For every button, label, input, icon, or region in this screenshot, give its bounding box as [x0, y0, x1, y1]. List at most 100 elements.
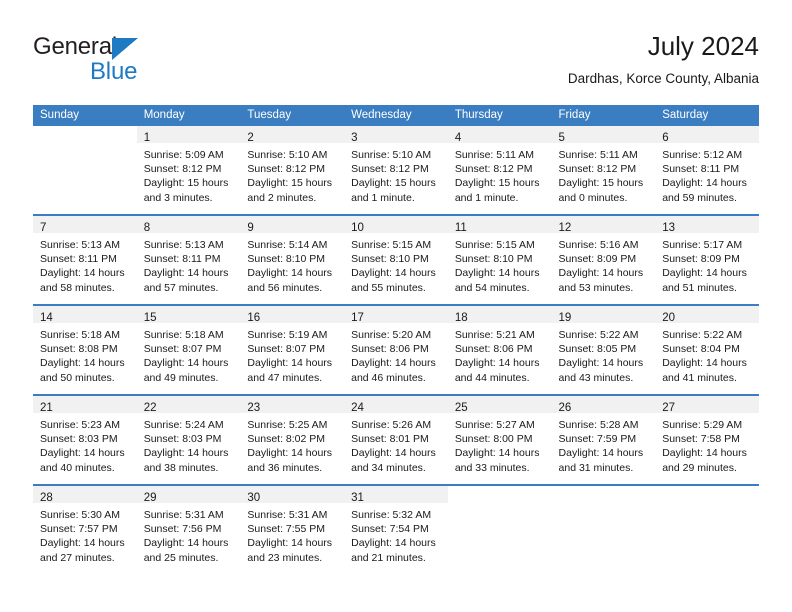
day-detail-line: Sunrise: 5:13 AM [40, 239, 120, 251]
day-detail-line: Daylight: 14 hours [454, 447, 540, 460]
weekday-header-sunday: Sunday [33, 105, 137, 126]
calendar-week-row: 7 Sunrise: 5:13 AM Sunset: 8:11 PM Daylight… [33, 214, 759, 305]
day-detail-line: Daylight: 14 hours [247, 537, 333, 550]
day-number: 9 [247, 222, 254, 234]
day-detail-lines: Sunrise: 5:27 AM Sunset: 8:00 PM Daylight:… [448, 413, 552, 475]
weekday-header-row: Sunday Monday Tuesday Wednesday Thursday… [33, 105, 759, 126]
day-cell[interactable]: 1 Sunrise: 5:09 AM Sunset: 8:12 PM Daylight… [136, 126, 241, 215]
day-number-band: 21 [33, 396, 137, 414]
day-number: 31 [351, 492, 364, 504]
day-number-band: 17 [344, 306, 448, 324]
day-number-band [655, 486, 759, 503]
day-detail-line: Sunrise: 5:10 AM [351, 149, 432, 161]
day-detail-lines: Sunrise: 5:17 AM Sunset: 8:09 PM Daylight:… [655, 233, 759, 295]
day-cell[interactable]: 3 Sunrise: 5:10 AM Sunset: 8:12 PM Daylight… [344, 126, 448, 215]
day-detail-line: Sunrise: 5:20 AM [351, 329, 432, 341]
day-detail-line: Sunrise: 5:25 AM [247, 419, 328, 431]
day-cell[interactable]: 17 Sunrise: 5:20 AM Sunset: 8:06 PM Dayligh… [344, 304, 448, 395]
day-cell-inner: 30 Sunrise: 5:31 AM Sunset: 7:55 PM Dayligh… [240, 486, 345, 574]
day-cell[interactable]: 9 Sunrise: 5:14 AM Sunset: 8:10 PM Daylight… [240, 214, 345, 305]
day-cell[interactable]: 11 Sunrise: 5:15 AM Sunset: 8:10 PM Dayligh… [447, 214, 552, 305]
day-cell-inner: 22 Sunrise: 5:24 AM Sunset: 8:03 PM Dayligh… [136, 396, 241, 484]
day-cell[interactable]: 31 Sunrise: 5:32 AM Sunset: 7:54 PM Dayligh… [344, 484, 448, 574]
day-cell-inner: 18 Sunrise: 5:21 AM Sunset: 8:06 PM Dayligh… [447, 306, 552, 394]
day-detail-line: and 2 minutes. [247, 191, 317, 204]
day-detail-lines [552, 503, 656, 508]
day-detail-line: and 1 minute. [454, 191, 519, 204]
day-detail-lines: Sunrise: 5:22 AM Sunset: 8:04 PM Daylight:… [655, 323, 759, 385]
day-number-band: 3 [344, 126, 448, 144]
day-detail-line: and 51 minutes. [662, 281, 737, 294]
day-cell[interactable]: 18 Sunrise: 5:21 AM Sunset: 8:06 PM Dayligh… [447, 304, 552, 395]
day-number: 22 [143, 402, 157, 414]
day-detail-lines: Sunrise: 5:09 AM Sunset: 8:12 PM Daylight:… [137, 143, 241, 205]
day-detail-line: Daylight: 14 hours [662, 267, 747, 280]
day-cell[interactable]: 10 Sunrise: 5:15 AM Sunset: 8:10 PM Dayligh… [344, 214, 448, 305]
day-detail-line: Sunrise: 5:22 AM [662, 329, 743, 341]
day-cell-inner: 1 Sunrise: 5:09 AM Sunset: 8:12 PM Daylight… [136, 126, 241, 214]
day-number-band: 27 [655, 396, 759, 414]
day-cell[interactable]: 2 Sunrise: 5:10 AM Sunset: 8:12 PM Daylight… [240, 126, 345, 215]
day-number-band: 4 [447, 126, 552, 144]
day-detail-line: Daylight: 14 hours [558, 447, 644, 460]
day-cell[interactable]: 4 Sunrise: 5:11 AM Sunset: 8:12 PM Daylight… [447, 126, 552, 215]
day-number: 15 [143, 312, 157, 324]
day-cell-inner: 24 Sunrise: 5:26 AM Sunset: 8:01 PM Dayligh… [344, 396, 448, 484]
day-detail-line: Sunrise: 5:18 AM [143, 329, 224, 341]
day-cell[interactable]: 7 Sunrise: 5:13 AM Sunset: 8:11 PM Daylight… [33, 214, 137, 305]
day-cell[interactable]: 26 Sunrise: 5:28 AM Sunset: 7:59 PM Dayligh… [551, 394, 656, 485]
weekday-header-wednesday: Wednesday [344, 105, 448, 126]
day-detail-line: Sunset: 8:12 PM [247, 163, 326, 176]
page-subtitle-location: Dardhas, Korce County, Albania [567, 71, 759, 86]
day-cell[interactable]: 14 Sunrise: 5:18 AM Sunset: 8:08 PM Dayligh… [33, 304, 137, 395]
day-detail-line: and 46 minutes. [351, 371, 426, 384]
day-detail-lines: Sunrise: 5:11 AM Sunset: 8:12 PM Daylight:… [552, 143, 656, 205]
title-block: July 2024 Dardhas, Korce County, Albania [568, 30, 759, 87]
day-detail-line: Daylight: 14 hours [143, 267, 229, 280]
day-detail-line: Sunrise: 5:23 AM [40, 419, 120, 431]
day-cell[interactable]: 12 Sunrise: 5:16 AM Sunset: 8:09 PM Dayligh… [551, 214, 656, 305]
day-detail-line: and 21 minutes. [351, 551, 426, 564]
day-cell[interactable]: 23 Sunrise: 5:25 AM Sunset: 8:02 PM Dayligh… [240, 394, 345, 485]
day-cell[interactable]: 28 Sunrise: 5:30 AM Sunset: 7:57 PM Dayligh… [33, 484, 137, 574]
day-cell-inner: 3 Sunrise: 5:10 AM Sunset: 8:12 PM Daylight… [344, 126, 448, 214]
day-number: 1 [143, 132, 151, 144]
day-detail-line: Daylight: 14 hours [247, 357, 333, 370]
day-detail-line: Sunset: 8:11 PM [40, 253, 117, 266]
day-cell[interactable]: 24 Sunrise: 5:26 AM Sunset: 8:01 PM Dayligh… [344, 394, 448, 485]
day-cell[interactable]: 13 Sunrise: 5:17 AM Sunset: 8:09 PM Dayligh… [655, 214, 759, 305]
day-detail-lines: Sunrise: 5:23 AM Sunset: 8:03 PM Daylight:… [33, 413, 137, 475]
day-cell[interactable]: 20 Sunrise: 5:22 AM Sunset: 8:04 PM Dayligh… [655, 304, 759, 395]
day-cell[interactable]: 16 Sunrise: 5:19 AM Sunset: 8:07 PM Dayligh… [240, 304, 345, 395]
day-cell-inner: 15 Sunrise: 5:18 AM Sunset: 8:07 PM Dayligh… [136, 306, 241, 394]
day-cell[interactable]: 29 Sunrise: 5:31 AM Sunset: 7:56 PM Dayligh… [136, 484, 241, 574]
day-cell[interactable]: 8 Sunrise: 5:13 AM Sunset: 8:11 PM Daylight… [136, 214, 241, 305]
day-number-band: 31 [344, 486, 448, 504]
day-number-band [552, 486, 656, 503]
day-detail-line: Sunset: 8:02 PM [247, 433, 326, 446]
day-number: 6 [662, 132, 669, 144]
day-cell[interactable]: 19 Sunrise: 5:22 AM Sunset: 8:05 PM Dayligh… [551, 304, 656, 395]
day-number: 19 [558, 312, 572, 324]
day-detail-line: Sunrise: 5:14 AM [247, 239, 328, 251]
day-cell[interactable]: 6 Sunrise: 5:12 AM Sunset: 8:11 PM Daylight… [655, 126, 759, 215]
day-cell[interactable]: 5 Sunrise: 5:11 AM Sunset: 8:12 PM Daylight… [551, 126, 656, 215]
calendar-page: General Blue July 2024 Dardhas, Korce Co… [0, 0, 792, 612]
day-cell[interactable]: 15 Sunrise: 5:18 AM Sunset: 8:07 PM Dayligh… [136, 304, 241, 395]
day-cell[interactable]: 21 Sunrise: 5:23 AM Sunset: 8:03 PM Dayligh… [33, 394, 137, 485]
day-detail-line: and 44 minutes. [454, 371, 530, 384]
day-cell[interactable]: 30 Sunrise: 5:31 AM Sunset: 7:55 PM Dayligh… [240, 484, 345, 574]
day-detail-line: and 57 minutes. [143, 281, 219, 294]
day-cell[interactable]: 22 Sunrise: 5:24 AM Sunset: 8:03 PM Dayligh… [136, 394, 241, 485]
generalblue-logo[interactable]: General Blue [33, 34, 233, 86]
day-detail-line: Sunset: 7:58 PM [662, 433, 740, 446]
day-detail-line: Daylight: 14 hours [143, 537, 229, 550]
day-detail-line: and 59 minutes. [662, 191, 737, 204]
day-detail-line: Sunset: 8:09 PM [558, 253, 637, 266]
day-detail-line: Daylight: 14 hours [40, 537, 125, 550]
day-cell[interactable]: 25 Sunrise: 5:27 AM Sunset: 8:00 PM Dayligh… [447, 394, 552, 485]
day-detail-line: Sunrise: 5:19 AM [247, 329, 328, 341]
day-cell[interactable]: 27 Sunrise: 5:29 AM Sunset: 7:58 PM Dayligh… [655, 394, 759, 485]
calendar-body: 1 Sunrise: 5:09 AM Sunset: 8:12 PM Daylight… [33, 126, 759, 574]
day-number-band: 22 [136, 396, 241, 414]
